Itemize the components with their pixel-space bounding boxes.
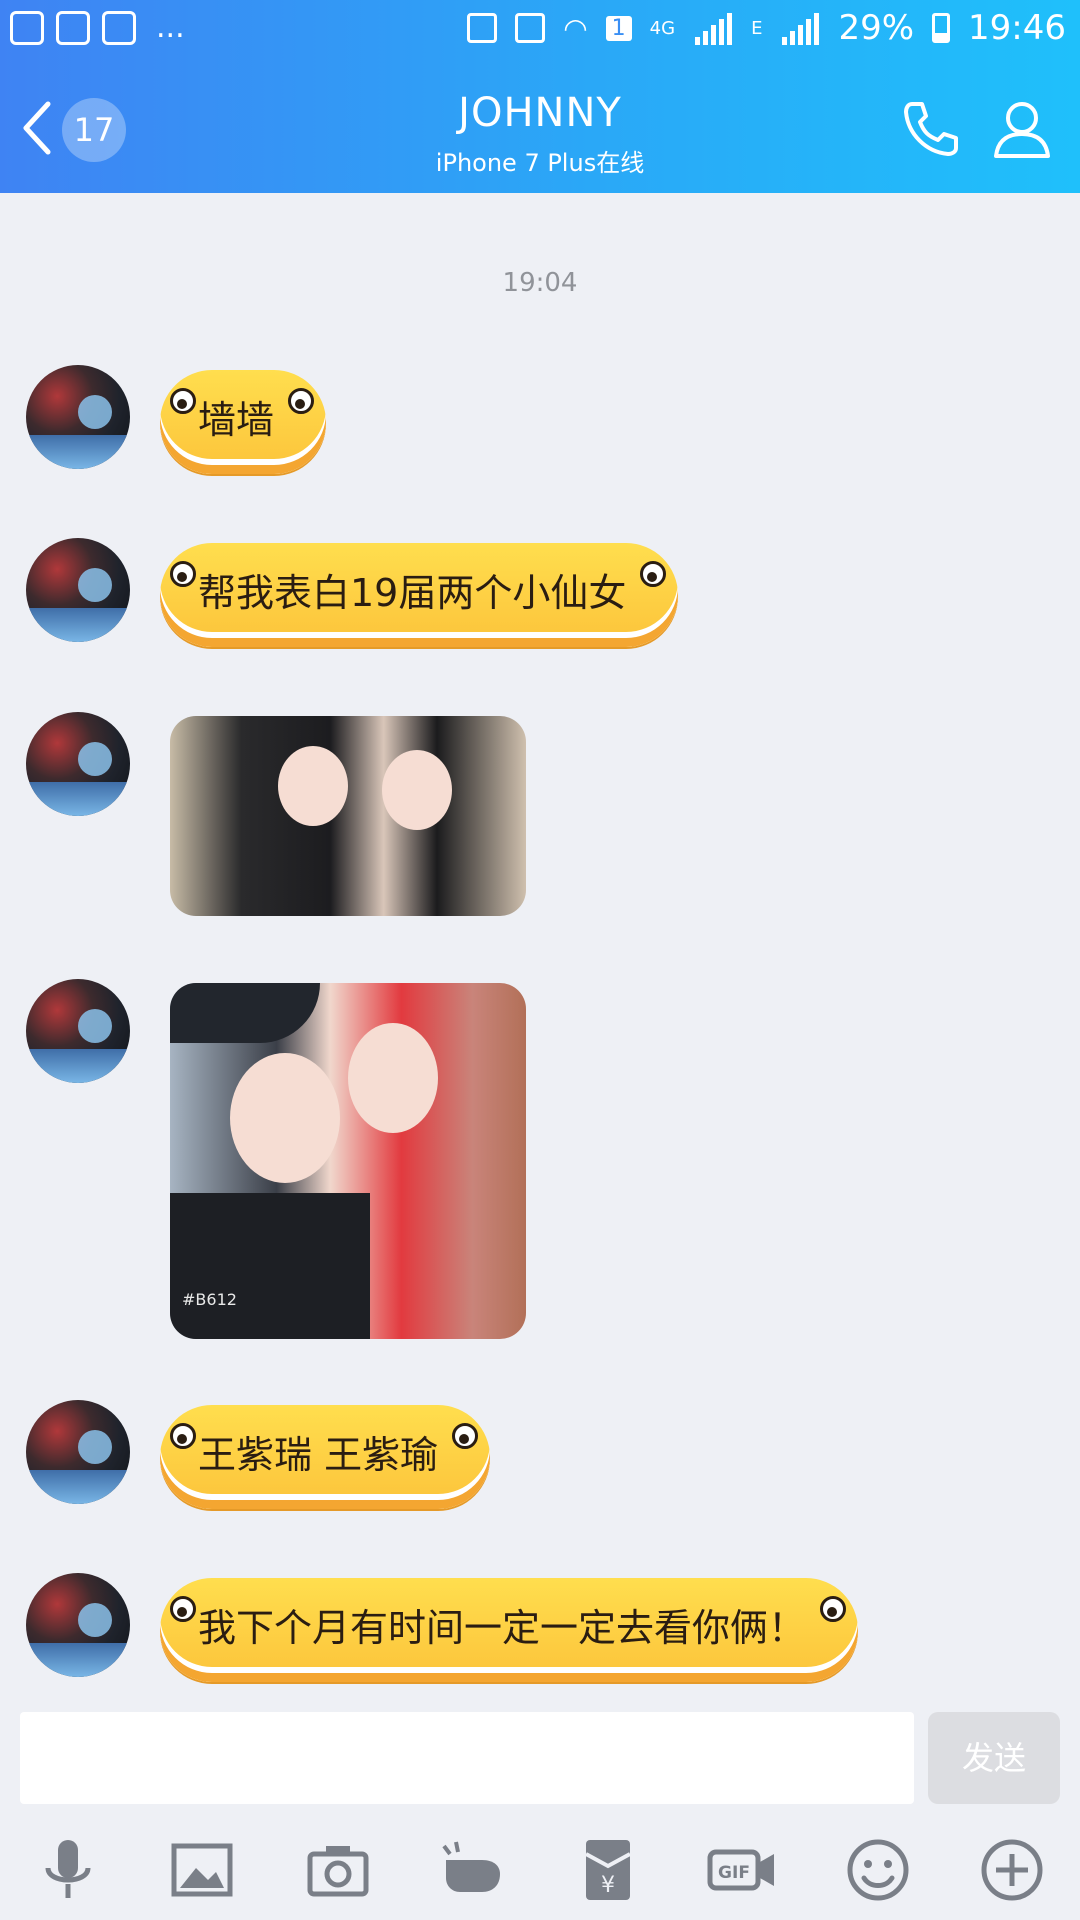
bubble-eye-decoration xyxy=(170,561,196,587)
microphone-icon[interactable] xyxy=(32,1834,104,1906)
photo-face xyxy=(278,746,348,826)
message-text: 帮我表白19届两个小仙女 xyxy=(198,570,627,615)
network-type: 4G xyxy=(649,17,676,39)
message-text: 王紫瑞 王紫瑜 xyxy=(198,1432,439,1477)
bubble-eye-decoration xyxy=(170,1596,196,1622)
sender-avatar[interactable] xyxy=(26,538,130,642)
contact-profile-icon[interactable] xyxy=(990,96,1054,160)
gif-icon[interactable]: GIF xyxy=(706,1834,778,1906)
photo-face xyxy=(382,750,452,830)
svg-text:¥: ¥ xyxy=(601,1873,615,1898)
photo-jacket xyxy=(170,1193,370,1339)
shake-icon[interactable] xyxy=(436,1834,508,1906)
input-toolbar: ¥ GIF xyxy=(0,1824,1080,1920)
send-button[interactable]: 发送 xyxy=(928,1712,1060,1804)
bubble-eye-decoration xyxy=(452,1423,479,1449)
sender-avatar[interactable] xyxy=(26,1573,130,1677)
image-icon[interactable] xyxy=(166,1834,238,1906)
plus-icon[interactable] xyxy=(976,1834,1048,1906)
battery-icon xyxy=(932,13,951,43)
sender-avatar[interactable] xyxy=(26,979,130,1083)
bubble-eye-decoration xyxy=(820,1596,847,1622)
photo-cap-hat xyxy=(170,983,320,1043)
baidu-paw-icon xyxy=(10,10,44,45)
message-text: 墙墙 xyxy=(198,397,275,442)
svg-text:GIF: GIF xyxy=(718,1863,750,1883)
status-bar: ... ◠ 1 4G E 29% 19:46 xyxy=(0,0,1080,62)
notification-icons: ... xyxy=(10,10,185,45)
message-bubble[interactable]: 王紫瑞 王紫瑜 xyxy=(160,1405,491,1509)
mute-icon xyxy=(515,13,546,43)
emoji-icon[interactable] xyxy=(842,1834,914,1906)
message-bubble[interactable]: 帮我表白19届两个小仙女 xyxy=(160,543,679,647)
signal-icon-2 xyxy=(780,11,820,45)
message-text: 我下个月有时间一定一定去看你俩！ xyxy=(198,1605,807,1650)
bubble-eye-decoration xyxy=(170,388,196,414)
system-status: ◠ 1 4G E 29% 19:46 xyxy=(467,8,1066,48)
sender-avatar[interactable] xyxy=(26,712,130,816)
baidu-paw-icon xyxy=(56,10,90,45)
message-bubble[interactable]: 墙墙 xyxy=(160,370,327,474)
image-message[interactable]: #B612 xyxy=(170,983,526,1339)
battery-percent: 29% xyxy=(838,8,915,48)
camera-icon[interactable] xyxy=(302,1834,374,1906)
bubble-eye-decoration xyxy=(170,1423,196,1449)
sender-avatar[interactable] xyxy=(26,1400,130,1504)
message-bubble[interactable]: 我下个月有时间一定一定去看你俩！ xyxy=(160,1578,859,1682)
sim-indicator: 1 xyxy=(605,15,632,41)
photo-face xyxy=(348,1023,438,1133)
message-timestamp: 19:04 xyxy=(502,268,578,298)
network-type-2: E xyxy=(751,17,763,39)
message-input[interactable] xyxy=(20,1712,914,1804)
red-packet-icon[interactable]: ¥ xyxy=(572,1834,644,1906)
photo-face xyxy=(230,1053,340,1183)
gallery-icon xyxy=(102,10,136,45)
bubble-eye-decoration xyxy=(640,561,667,587)
chat-header: ... ◠ 1 4G E 29% 19:46 17 JOHNNY iPhone … xyxy=(0,0,1080,193)
clock: 19:46 xyxy=(968,8,1066,48)
photo-watermark: #B612 xyxy=(182,1290,237,1309)
sender-avatar[interactable] xyxy=(26,365,130,469)
more-notifications-icon: ... xyxy=(156,10,185,45)
phone-call-icon[interactable] xyxy=(898,96,962,160)
wifi-icon: ◠ xyxy=(563,11,588,45)
image-message[interactable] xyxy=(170,716,526,916)
signal-icon xyxy=(693,11,733,45)
nfc-icon xyxy=(467,13,498,43)
bubble-eye-decoration xyxy=(288,388,315,414)
